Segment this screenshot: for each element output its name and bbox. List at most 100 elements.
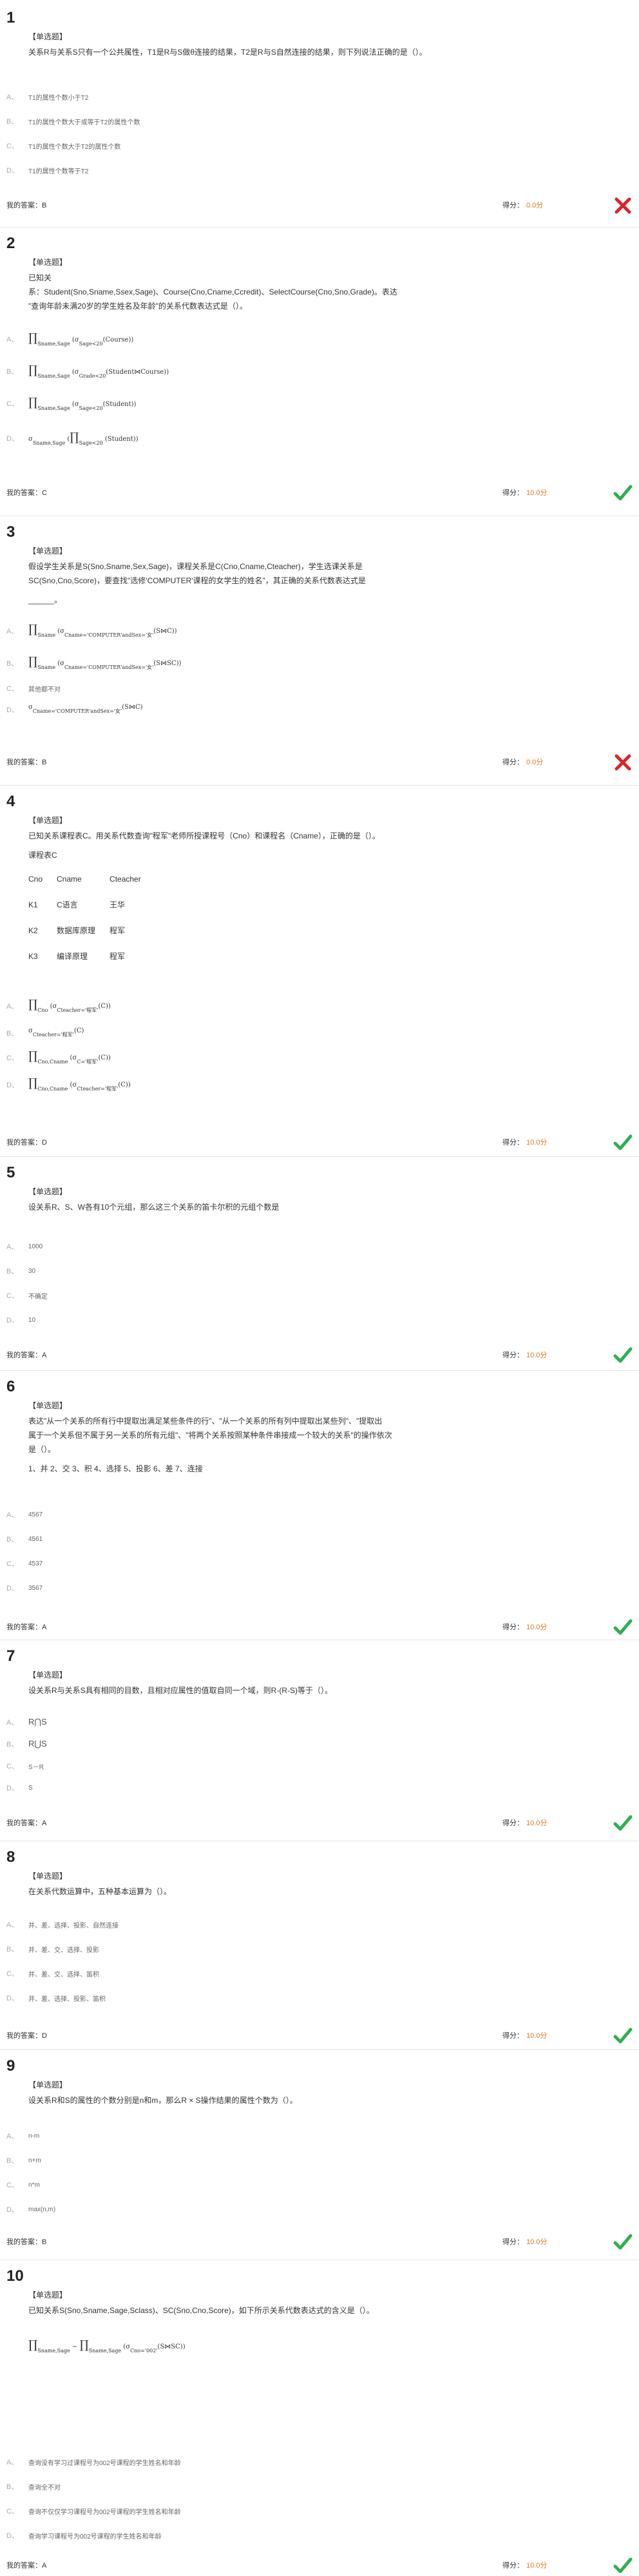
answer-row: 我的答案：D 得分： 10.0分 (0, 2026, 639, 2046)
option-c[interactable]: C、 S－R (6, 1761, 44, 1771)
option-b[interactable]: B、 4561 (6, 1534, 43, 1544)
score: 得分： 10.0分 (502, 2562, 548, 2570)
my-answer: 我的答案：B (6, 202, 47, 209)
score: 得分： 10.0分 (502, 489, 548, 497)
option-d[interactable]: D、 T1的属性个数等于T2 (6, 165, 88, 175)
divider (0, 785, 639, 786)
question-type: 【单选题】 (28, 1187, 68, 1196)
option-d[interactable]: D、 查询学习课程号为002号课程的学生姓名和年龄 (6, 2530, 162, 2541)
option-d[interactable]: D、 ∏Cno,Cname (σCteacher='程军'(C)) (6, 1076, 131, 1092)
option-b[interactable]: B、 ∏Sname (σCname='COMPUTER'andSex='女'(S⋈… (6, 655, 181, 671)
option-c[interactable]: C、 并、差、交、选择、笛积 (6, 1968, 99, 1979)
check-icon (613, 2234, 633, 2250)
answer-row: 我的答案：A 得分： 10.0分 (0, 1814, 639, 1833)
option-b[interactable]: B、 σCteacher='程军'(C) (6, 1027, 84, 1038)
option-d[interactable]: D、 S (6, 1783, 33, 1793)
answer-row: 我的答案：A 得分： 10.0分 (0, 1618, 639, 1637)
check-icon (613, 1619, 633, 1635)
option-b[interactable]: B、 R⋃S (6, 1739, 47, 1749)
question-6: 6 【单选题】 表达"从一个关系的所有行中提取出满足某些条件的行"、"从一个关系… (0, 1378, 639, 1636)
table-row: Cno Cname Cteacher (28, 875, 141, 884)
option-a[interactable]: A、 n-m (6, 2131, 39, 2141)
option-b[interactable]: B、 n+m (6, 2155, 41, 2165)
question-10: 10 【单选题】 已知关系S(Sno,Sname,Sage,Sclass)、SC… (0, 2267, 639, 2573)
option-c[interactable]: C、 T1的属性个数大于T2的属性个数 (6, 140, 120, 151)
score: 得分： 10.0分 (502, 1351, 548, 1359)
my-answer: 我的答案：B (6, 2238, 47, 2246)
option-d[interactable]: D、 并、差、选择、投影、笛积 (6, 1993, 106, 2003)
question-text: 在关系代数运算中，五种基本运算为（）。 (28, 1887, 172, 1896)
question-number: 2 (6, 235, 15, 252)
my-answer: 我的答案：A (6, 1623, 47, 1631)
option-b[interactable]: B、 并、差、交、选择、投影 (6, 1944, 99, 1954)
option-b[interactable]: B、 ∏Sname,Sage (σGrade<20(Student⋈Course)… (6, 363, 169, 379)
answer-row: 我的答案：C 得分： 10.0分 (0, 483, 639, 503)
option-d[interactable]: D、 10 (6, 1315, 35, 1325)
my-answer: 我的答案：B (6, 759, 47, 766)
question-number: 1 (6, 9, 15, 26)
my-answer: 我的答案：D (6, 2032, 47, 2040)
option-a[interactable]: A、 查询没有学习过课程号为002号课程的学生姓名和年龄 (6, 2457, 181, 2467)
option-c[interactable]: C、 查询不仅仅学习课程号为002号课程的学生姓名和年龄 (6, 2506, 181, 2516)
question-type: 【单选题】 (28, 1401, 68, 1410)
question-8: 8 【单选题】 在关系代数运算中，五种基本运算为（）。 A、 并、差、选择、投影、… (0, 1848, 639, 2044)
answer-row: 我的答案：B 得分： 0.0分 (0, 753, 639, 772)
option-d[interactable]: D、 max(n,m) (6, 2204, 55, 2214)
option-a[interactable]: A、 1000 (6, 1241, 43, 1252)
check-icon (613, 1134, 633, 1150)
option-a[interactable]: A、 4567 (6, 1509, 43, 1520)
question-type: 【单选题】 (28, 816, 68, 825)
option-a[interactable]: A、 并、差、选择、投影、自然连接 (6, 1919, 119, 1930)
option-c[interactable]: C、 ∏Sname,Sage (σSage<20(Student)) (6, 396, 136, 411)
score: 得分： 10.0分 (502, 1139, 548, 1147)
wrong-icon (615, 754, 631, 771)
question-text: 已知关 系：Student(Sno,Sname,Ssex,Sage)、Cours… (28, 273, 397, 311)
question-type: 【单选题】 (28, 258, 68, 267)
question-2: 2 【单选题】 已知关 系：Student(Sno,Sname,Ssex,Sag… (0, 235, 639, 518)
course-table: Cno Cname Cteacher K1 C语言 王华 K2 数据库原理 程军 K3 编译原… (28, 866, 155, 969)
option-a[interactable]: A、 R⋂S (6, 1717, 47, 1727)
check-icon (613, 485, 633, 501)
check-icon (613, 1815, 633, 1831)
option-b[interactable]: B、 T1的属性个数大于或等于T2的属性个数 (6, 116, 140, 126)
option-a[interactable]: A、 ∏Sname,Sage (σSage<20(Course)) (6, 331, 133, 347)
option-b[interactable]: B、 查询全不对 (6, 2481, 61, 2492)
divider (0, 1370, 639, 1371)
option-c[interactable]: C、 4537 (6, 1558, 43, 1569)
question-text: 设关系R和S的属性的个数分别是n和m，那么R × S操作结果的属性个数为（）。 (28, 2096, 298, 2105)
question-number: 8 (6, 1848, 15, 1866)
divider (0, 227, 639, 228)
question-type: 【单选题】 (28, 1671, 68, 1680)
option-c[interactable]: C、 其他都不对 (6, 683, 61, 693)
score: 得分： 10.0分 (502, 1819, 548, 1827)
option-b[interactable]: B、 30 (6, 1266, 35, 1276)
question-text: 关系R与关系S只有一个公共属性，T1是R与S做θ连接的结果，T2是R与S自然连接… (28, 48, 427, 57)
check-icon (613, 2557, 633, 2573)
answer-row: 我的答案：B 得分： 0.0分 (0, 196, 639, 215)
option-c[interactable]: C、 ∏Cno,Cname (σC='程军'(C)) (6, 1049, 111, 1065)
option-a[interactable]: A、 T1的属性个数小于T2 (6, 92, 88, 102)
question-number: 4 (6, 793, 15, 810)
answer-row: 我的答案：A 得分： 10.0分 (0, 2556, 639, 2575)
option-d[interactable]: D、 σCname='COMPUTER'andSex='女'(S⋈C) (6, 704, 143, 715)
my-answer: 我的答案：A (6, 1819, 47, 1827)
question-number: 7 (6, 1647, 15, 1665)
answer-row: 我的答案：A 得分： 10.0分 (0, 1346, 639, 1365)
option-a[interactable]: A、 ∏Sname (σCname='COMPUTER'andSex='女'(S⋈… (6, 623, 177, 639)
score: 得分： 10.0分 (502, 2238, 548, 2246)
option-d[interactable]: D、 σSname,Sage (∏Sage<20 (Student)) (6, 431, 138, 446)
option-c[interactable]: C、 不确定 (6, 1290, 48, 1301)
table-row: K1 C语言 王华 (28, 900, 126, 909)
question-text: 设关系R与关系S具有相同的目数，且相对应属性的值取自同一个域，则R-(R-S)等… (28, 1686, 332, 1695)
table-row: K2 数据库原理 程军 (28, 926, 126, 935)
option-a[interactable]: A、 ∏Cno (σCteacher='程军'(C)) (6, 998, 111, 1014)
question-5: 5 【单选题】 设关系R、S、W各有10个元组，那么这三个关系的笛卡尔积的元组个… (0, 1164, 639, 1363)
question-type: 【单选题】 (28, 547, 68, 556)
score: 得分： 0.0分 (502, 202, 544, 209)
question-7: 7 【单选题】 设关系R与关系S具有相同的目数，且相对应属性的值取自同一个域，则… (0, 1647, 639, 1841)
option-c[interactable]: C、 n*m (6, 2180, 40, 2190)
option-d[interactable]: D、 3567 (6, 1583, 43, 1593)
question-type: 【单选题】 (28, 1872, 68, 1881)
question-9: 9 【单选题】 设关系R和S的属性的个数分别是n和m，那么R × S操作结果的属… (0, 2057, 639, 2251)
score: 得分： 10.0分 (502, 2032, 548, 2040)
